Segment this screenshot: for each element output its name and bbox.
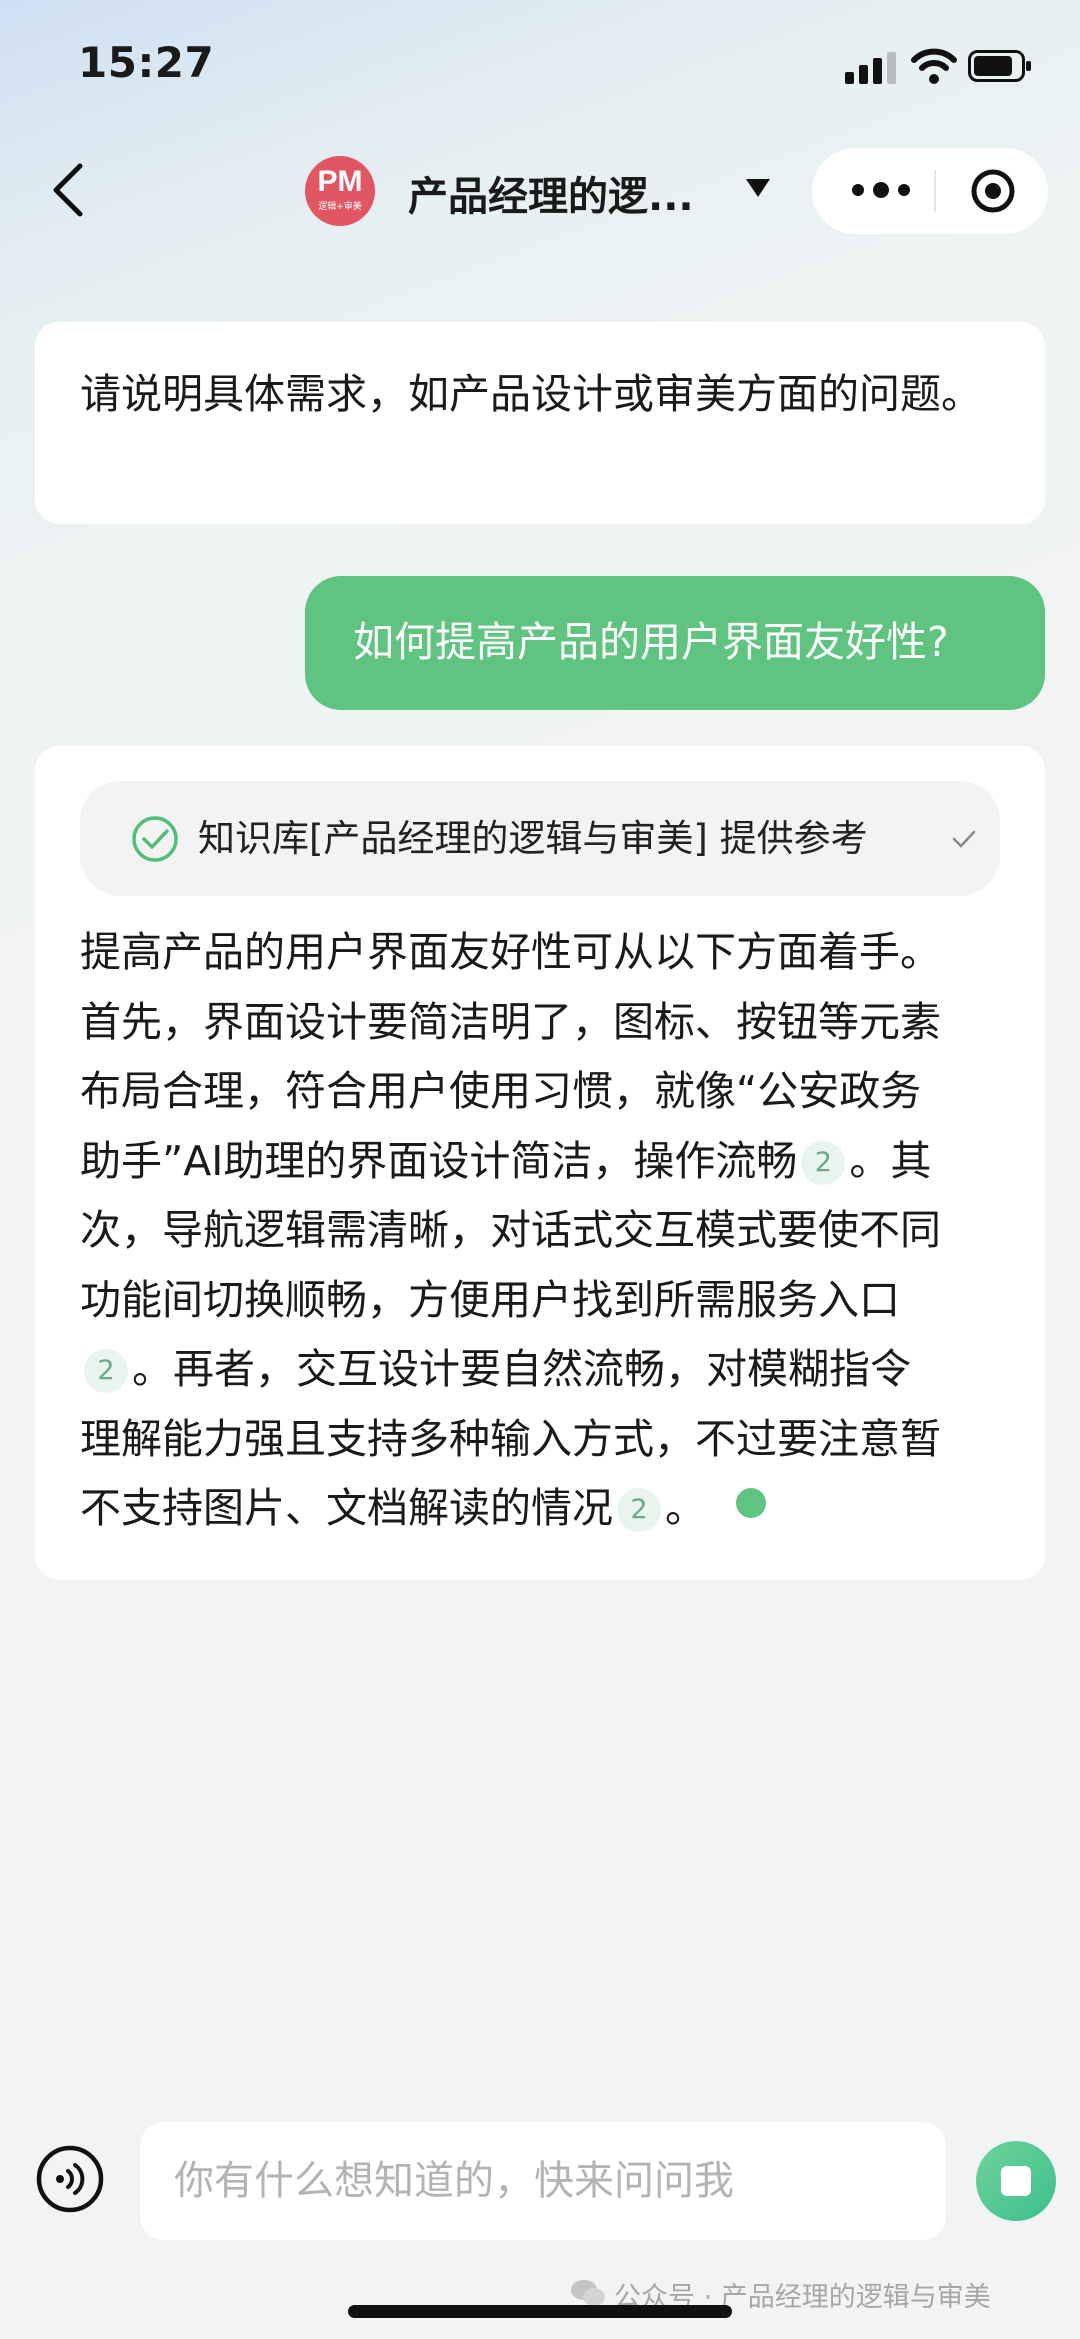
knowledge-source-text: 知识库[产品经理的逻辑与审美] 提供参考 [198, 817, 868, 860]
citation-badge[interactable]: 2 [801, 1140, 846, 1185]
answer-line: 2 。再者，交互设计要自然流畅，对模糊指令 [80, 1335, 1020, 1405]
check-circle-icon [132, 816, 178, 862]
stop-icon [1001, 2166, 1031, 2196]
answer-line: 布局合理，符合用户使用习惯，就像“公安政务 [80, 1067, 922, 1115]
answer-line: 助手”AI助理的界面设计简洁，操作流畅 2 。其 [80, 1127, 1020, 1197]
answer-text: 提高产品的用户界面友好性可从以下方面着手。 首先，界面设计要简洁明了，图标、按钮… [80, 918, 1020, 1544]
more-icon[interactable] [846, 170, 916, 210]
user-message-bubble: 如何提高产品的用户界面友好性? [305, 576, 1045, 710]
wechat-icon [571, 2280, 605, 2306]
wifi-icon [911, 48, 957, 84]
avatar-subtext: 逻辑+审美 [318, 202, 362, 212]
answer-line: 首先，界面设计要简洁明了，图标、按钮等元素 [80, 997, 941, 1046]
cellular-signal-icon [845, 52, 896, 84]
mini-program-capsule [812, 148, 1048, 234]
knowledge-source-pill[interactable]: 知识库[产品经理的逻辑与审美] 提供参考 [80, 781, 1000, 896]
citation-badge[interactable]: 2 [84, 1349, 128, 1393]
chat-input[interactable] [140, 2122, 946, 2240]
answer-text-segment: 。其 [849, 1136, 932, 1185]
answer-line: 提高产品的用户界面友好性可从以下方面着手。 [80, 928, 941, 976]
answer-line: 理解能力强且支持多种输入方式，不过要注意暂 [80, 1414, 941, 1463]
stop-button[interactable] [976, 2141, 1056, 2221]
bot-answer-card: 知识库[产品经理的逻辑与审美] 提供参考 提高产品的用户界面友好性可从以下方面着… [35, 746, 1045, 1580]
citation-badge[interactable]: 2 [617, 1488, 661, 1532]
typing-indicator-dot [736, 1488, 766, 1518]
home-indicator[interactable] [348, 2305, 732, 2318]
user-question-text: 如何提高产品的用户界面友好性? [353, 618, 949, 666]
back-icon[interactable] [48, 160, 88, 220]
answer-line: 功能间切换顺畅，方便用户找到所需服务入口 [80, 1275, 900, 1324]
answer-text-segment: 助手”AI助理的界面设计简洁，操作流畅 [80, 1136, 798, 1185]
page-title[interactable]: 产品经理的逻... [408, 164, 694, 222]
avatar-logo-text: PM [317, 165, 363, 198]
capsule-divider [934, 170, 936, 212]
close-target-icon[interactable] [970, 168, 1016, 214]
chevron-down-icon[interactable] [745, 178, 771, 198]
answer-text-segment: 不支持图片、文档解读的情况 [80, 1484, 613, 1532]
answer-text-segment: 。 [665, 1484, 706, 1532]
expand-check-icon[interactable] [952, 829, 976, 849]
bot-intro-text: 请说明具体需求，如产品设计或审美方面的问题。 [80, 370, 982, 418]
battery-icon [968, 50, 1031, 82]
avatar[interactable]: PM 逻辑+审美 [305, 156, 375, 226]
voice-input-icon[interactable] [35, 2144, 105, 2214]
answer-line: 次，导航逻辑需清晰，对话式交互模式要使不同 [80, 1206, 941, 1254]
status-time: 15:27 [78, 38, 215, 87]
bot-message-card: 请说明具体需求，如产品设计或审美方面的问题。 [35, 322, 1045, 524]
answer-line: 不支持图片、文档解读的情况 2。 [80, 1474, 1020, 1544]
answer-text-segment: 。再者，交互设计要自然流畅，对模糊指令 [132, 1345, 911, 1393]
